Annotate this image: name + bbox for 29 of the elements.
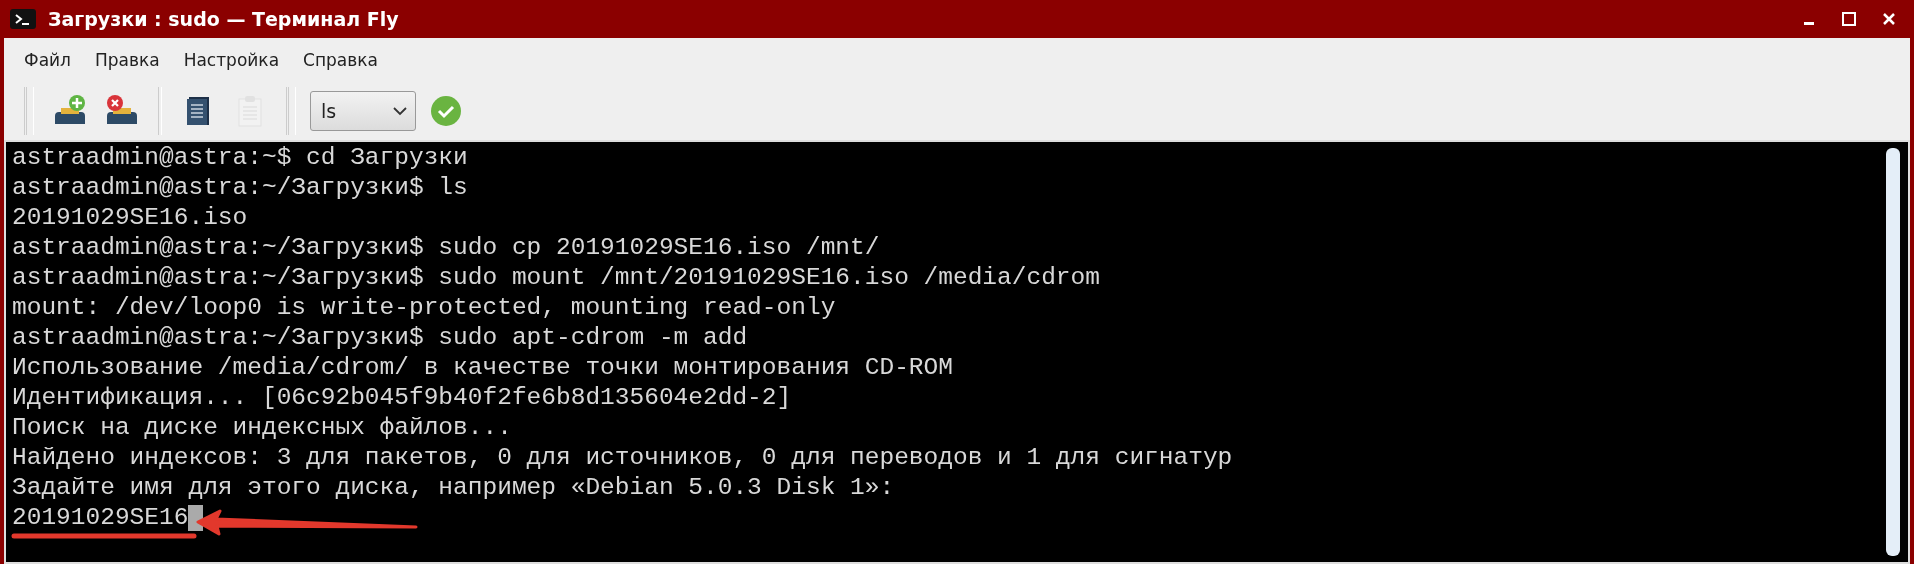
terminal-line: astraadmin@astra:~/Загрузки$ ls	[12, 173, 469, 203]
toolbar-grip[interactable]	[24, 87, 34, 135]
terminal-line: Найдено индексов: 3 для пакетов, 0 для источников, 0 для переводов и 1 для сигнатур	[12, 443, 1234, 473]
menu-item[interactable]: Настройка	[171, 46, 292, 74]
window-title: Загрузки : sudo — Терминал Fly	[48, 8, 400, 30]
document-icon[interactable]	[185, 95, 211, 127]
scrollbar-thumb[interactable]	[1886, 148, 1900, 556]
menu-item[interactable]: Файл	[12, 46, 83, 74]
terminal-line: astraadmin@astra:~$ cd Загрузки	[12, 143, 469, 173]
terminal-line: Идентификация... [06c92b045f9b40f2fe6b8d135604e2dd-2]	[12, 383, 793, 413]
close-icon[interactable]	[1882, 12, 1896, 26]
menu-item[interactable]: Правка	[82, 46, 172, 74]
terminal-line: astraadmin@astra:~/Загрузки$ sudo apt-cdrom -m add	[12, 323, 749, 353]
maximize-icon[interactable]	[1842, 12, 1856, 26]
terminal-line: Задайте имя для этого диска, например «Debian 5.0.3 Disk 1»:	[12, 473, 896, 503]
toolbar-grip[interactable]	[286, 87, 296, 135]
check-icon[interactable]	[430, 95, 462, 127]
command-dropdown[interactable]: ls	[310, 91, 416, 131]
terminal-line: 20191029SE16.iso	[12, 203, 249, 233]
terminal-area[interactable]	[4, 140, 1910, 564]
terminal-line: mount: /dev/loop0 is write-protected, mounting read-only	[12, 293, 837, 323]
terminal-line: astraadmin@astra:~/Загрузки$ sudo mount /mnt/20191029SE16.iso /media/cdrom	[12, 263, 1101, 293]
terminal-input[interactable]: 20191029SE16	[12, 503, 189, 533]
caret-icon	[393, 106, 407, 116]
terminal-icon	[10, 9, 36, 29]
terminal-line: Использование /media/cdrom/ в качестве точки монтирования CD-ROM	[12, 353, 954, 383]
menu-item[interactable]: Справка	[291, 46, 390, 74]
terminal-line: Поиск на диске индексных файлов...	[12, 413, 513, 443]
terminal-line: astraadmin@astra:~/Загрузки$ sudo cp 20191029SE16.iso /mnt/	[12, 233, 881, 263]
